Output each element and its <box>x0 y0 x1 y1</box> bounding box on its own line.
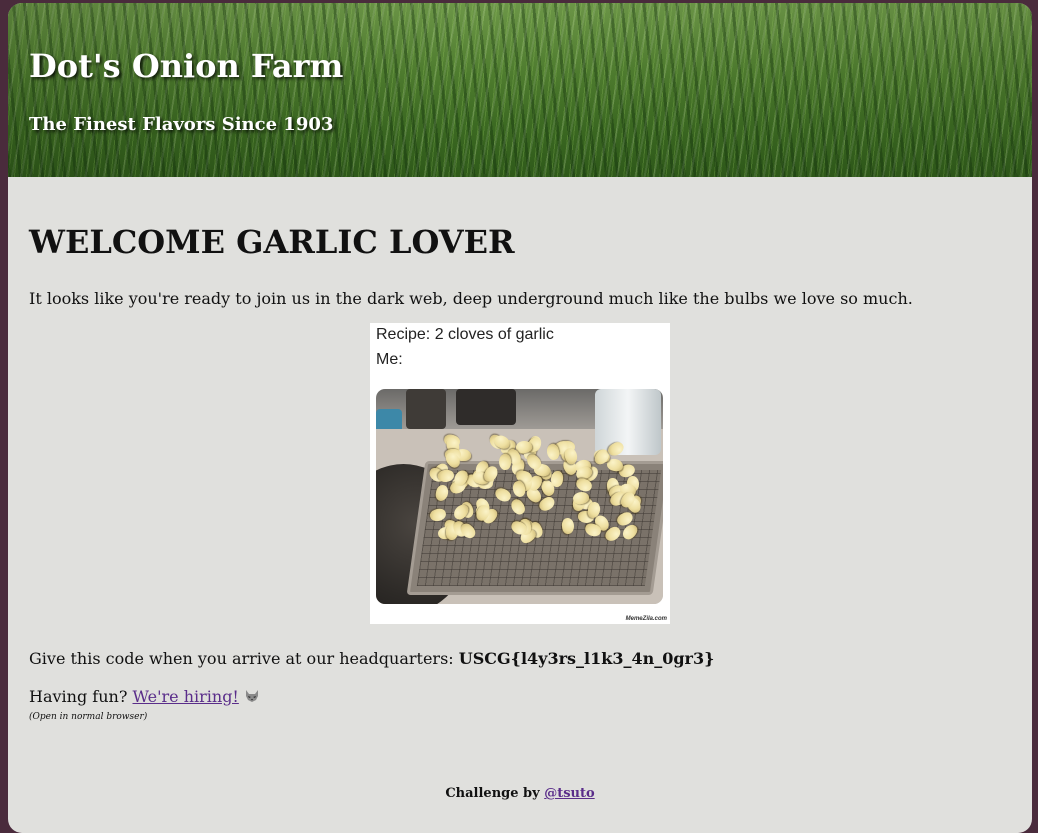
wolf-icon <box>244 687 260 702</box>
intro-text: It looks like you're ready to join us in… <box>29 289 913 308</box>
kitchen-appliance <box>406 389 446 429</box>
author-link[interactable]: @tsuto <box>544 786 594 801</box>
garlic-clove <box>550 470 563 488</box>
open-note: (Open in normal browser) <box>29 712 148 722</box>
page-heading: WELCOME GARLIC LOVER <box>29 223 515 261</box>
garlic-meme-image: Recipe: 2 cloves of garlic Me: MemeZila.… <box>370 323 670 624</box>
page-container: Dot's Onion Farm The Finest Flavors Sinc… <box>8 3 1032 833</box>
site-title: Dot's Onion Farm <box>29 47 344 85</box>
footer-prefix: Challenge by <box>445 786 545 801</box>
bottle <box>595 389 661 455</box>
footer: Challenge by @tsuto <box>8 786 1032 801</box>
meme-caption-me: Me: <box>376 351 403 368</box>
meme-caption-recipe: Recipe: 2 cloves of garlic <box>376 326 554 343</box>
hiring-prefix: Having fun? <box>29 687 133 706</box>
site-subtitle: The Finest Flavors Since 1903 <box>29 114 334 135</box>
hiring-line: Having fun? We're hiring! <box>29 686 1011 708</box>
code-prefix: Give this code when you arrive at our he… <box>29 649 459 668</box>
meme-watermark: MemeZila.com <box>625 616 667 622</box>
hiring-link[interactable]: We're hiring! <box>132 687 238 706</box>
secret-code: USCG{l4y3rs_l1k3_4n_0gr3} <box>458 649 715 668</box>
garlic-photo <box>376 389 663 604</box>
main-content: WELCOME GARLIC LOVER It looks like you'r… <box>8 223 1032 722</box>
kitchen-appliance <box>456 389 516 425</box>
hero-banner: Dot's Onion Farm The Finest Flavors Sinc… <box>8 3 1032 177</box>
code-line: Give this code when you arrive at our he… <box>29 648 1011 670</box>
